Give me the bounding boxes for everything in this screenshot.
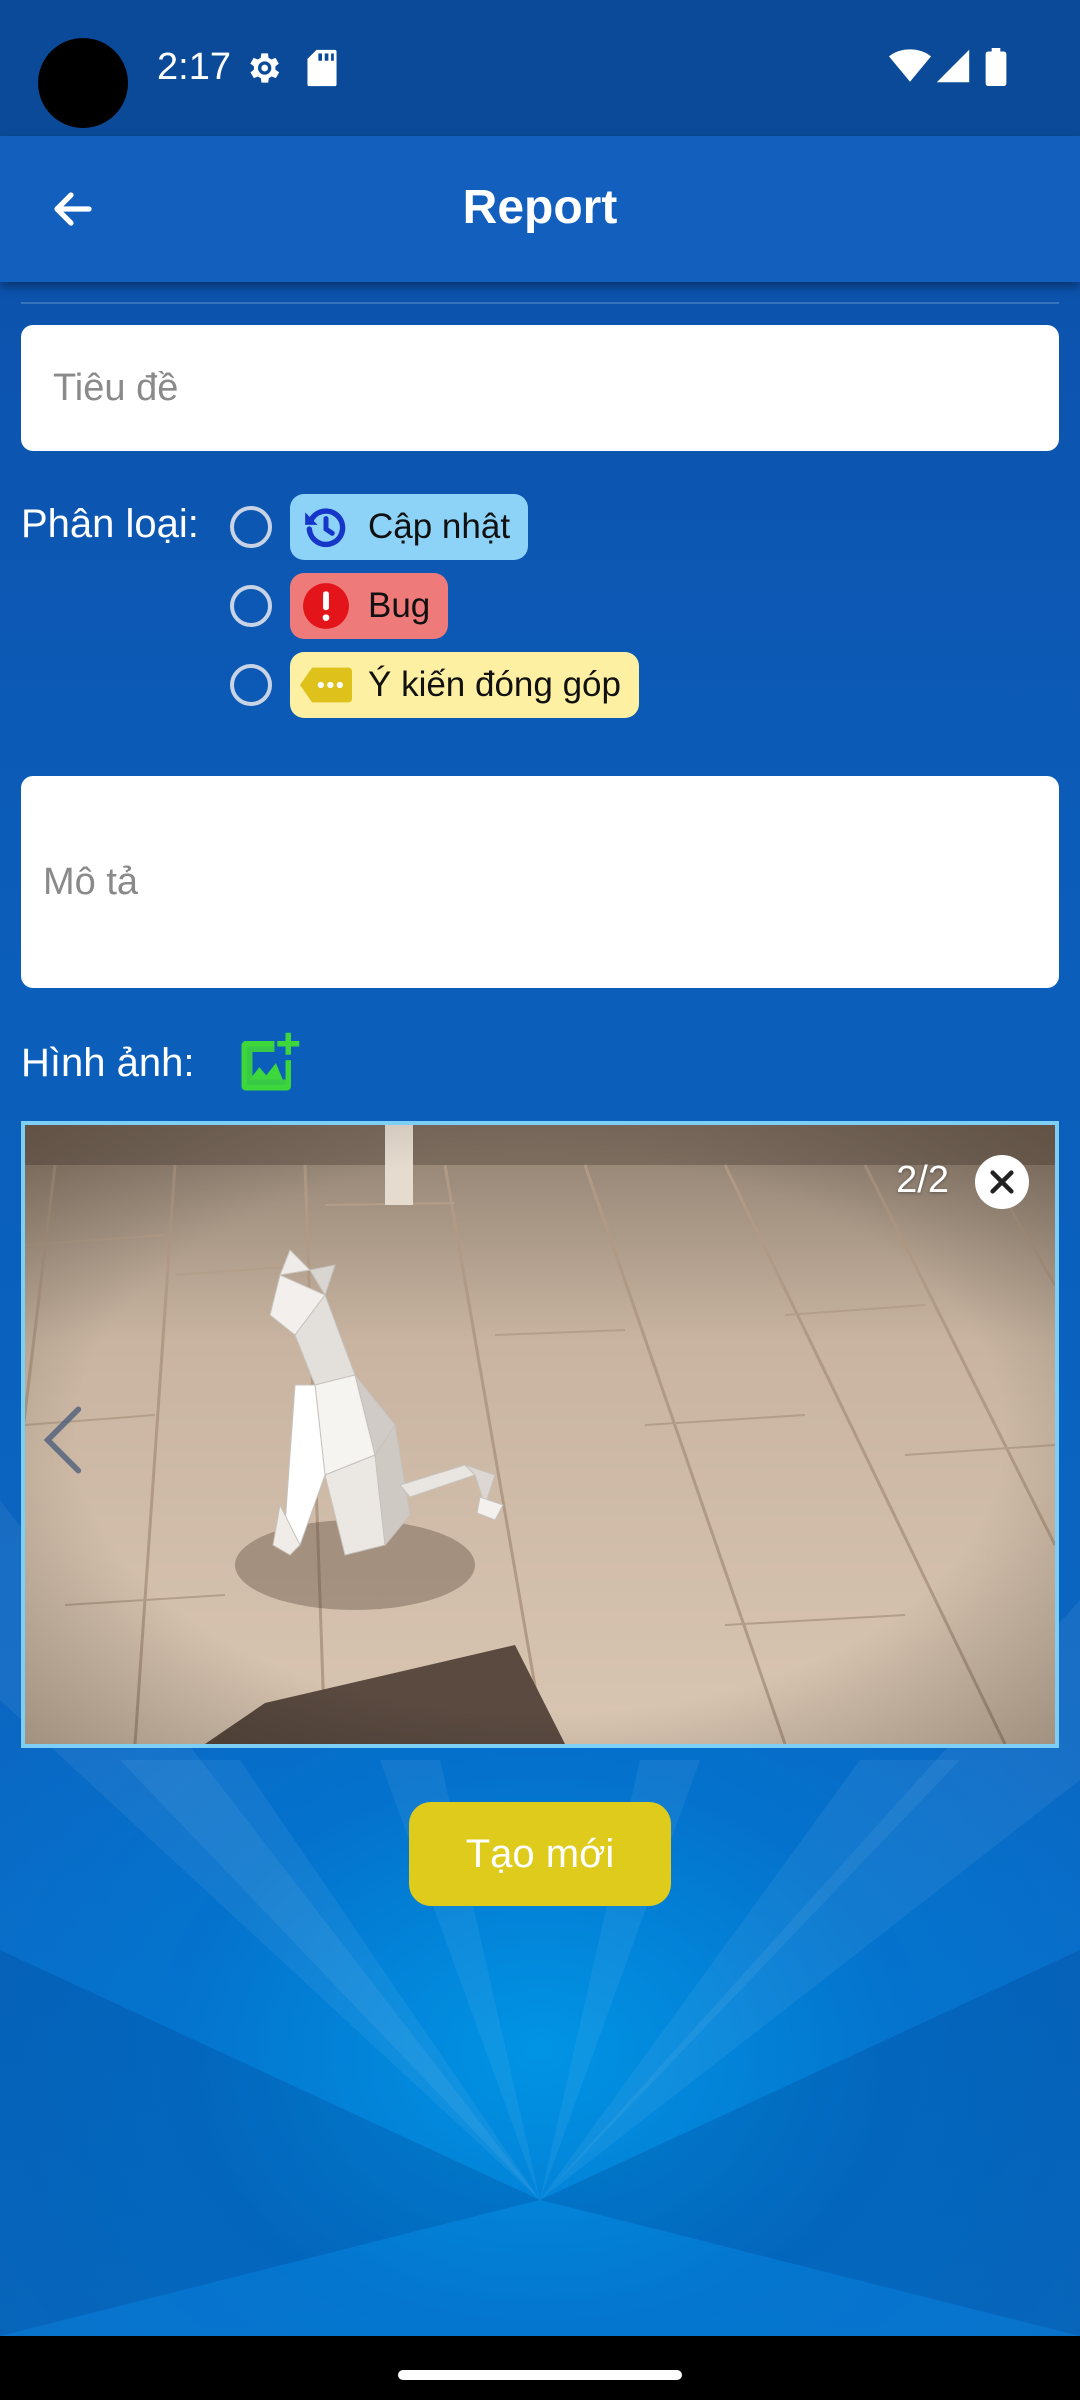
category-chip-label: Cập nhật — [368, 507, 511, 546]
category-chip-update: Cập nhật — [290, 494, 529, 560]
add-photo-button[interactable] — [236, 1030, 302, 1096]
image-counter: 2/2 — [896, 1159, 949, 1201]
title-input[interactable]: Tiêu đề — [21, 325, 1059, 451]
chevron-left-icon — [43, 1406, 82, 1474]
divider — [21, 302, 1059, 304]
radio-button[interactable] — [230, 664, 272, 706]
battery-icon — [985, 48, 1007, 86]
remove-image-button[interactable] — [975, 1155, 1029, 1209]
tag-dots-icon — [300, 659, 352, 711]
photo-cat-sculpture — [25, 1125, 1055, 1744]
camera-cutout — [38, 38, 128, 128]
sd-card-icon — [307, 49, 337, 87]
page-title: Report — [462, 181, 618, 234]
category-option-update[interactable]: Cập nhật — [230, 493, 529, 561]
app-bar: Report — [0, 136, 1080, 282]
category-label: Phân loại: — [21, 502, 199, 546]
images-label: Hình ảnh: — [21, 1041, 195, 1085]
navigation-bar — [0, 2336, 1080, 2400]
home-indicator[interactable] — [398, 2370, 682, 2380]
wifi-icon — [889, 49, 931, 82]
previous-image-button[interactable] — [33, 1395, 93, 1485]
category-option-bug[interactable]: Bug — [230, 572, 449, 640]
category-chip-feedback: Ý kiến đóng góp — [290, 652, 639, 718]
description-placeholder: Mô tả — [43, 860, 139, 903]
category-option-feedback[interactable]: Ý kiến đóng góp — [230, 651, 639, 719]
status-bar: 2:17 — [0, 0, 1080, 136]
create-button[interactable]: Tạo mới — [409, 1802, 671, 1906]
close-icon — [990, 1170, 1014, 1194]
image-viewer[interactable]: 2/2 — [21, 1121, 1059, 1748]
category-chip-label: Bug — [368, 586, 431, 625]
title-placeholder: Tiêu đề — [53, 366, 179, 409]
status-time: 2:17 — [157, 46, 231, 88]
description-input[interactable]: Mô tả — [21, 776, 1059, 988]
update-clock-icon — [300, 501, 352, 553]
error-icon — [300, 580, 352, 632]
radio-button[interactable] — [230, 506, 272, 548]
category-chip-bug: Bug — [290, 573, 449, 639]
radio-button[interactable] — [230, 585, 272, 627]
category-chip-label: Ý kiến đóng góp — [368, 665, 621, 704]
signal-icon — [936, 49, 970, 83]
add-photo-icon — [241, 1032, 300, 1091]
settings-icon — [250, 53, 280, 83]
